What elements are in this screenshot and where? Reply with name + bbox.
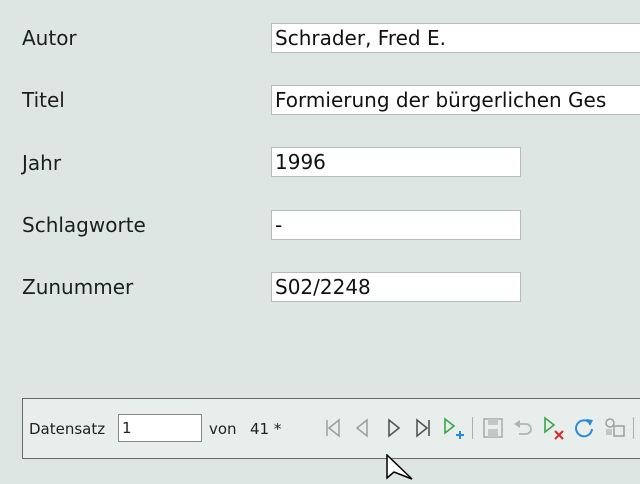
record-label: Datensatz	[29, 420, 106, 438]
year-field[interactable]: 1996	[271, 147, 521, 177]
delete-record-icon[interactable]	[541, 414, 565, 442]
record-navigation-bar: Datensatz 1 von 41 *	[22, 398, 640, 459]
save-record-icon[interactable]	[481, 414, 505, 442]
record-total: 41 *	[250, 420, 282, 438]
previous-record-icon[interactable]	[351, 414, 375, 442]
zunummer-label: Zunummer	[22, 275, 134, 299]
title-field[interactable]: Formierung der bürgerlichen Ges	[271, 85, 640, 115]
zunummer-field[interactable]: S02/2248	[271, 272, 521, 302]
toolbar-separator	[633, 417, 634, 439]
next-record-icon[interactable]	[381, 414, 405, 442]
year-label: Jahr	[22, 151, 62, 175]
keywords-field[interactable]: -	[271, 210, 521, 240]
filter-icon[interactable]	[602, 414, 626, 442]
title-label: Titel	[22, 88, 65, 112]
author-field[interactable]: Schrader, Fred E.	[271, 23, 640, 53]
new-record-icon[interactable]	[441, 414, 465, 442]
author-label: Autor	[22, 26, 77, 50]
undo-icon[interactable]	[511, 414, 535, 442]
record-number-input[interactable]: 1	[118, 414, 202, 442]
toolbar-separator	[472, 417, 473, 439]
keywords-label: Schlagworte	[22, 213, 146, 237]
refresh-icon[interactable]	[572, 414, 596, 442]
last-record-icon[interactable]	[411, 414, 435, 442]
first-record-icon[interactable]	[321, 414, 345, 442]
of-label: von	[209, 420, 237, 438]
